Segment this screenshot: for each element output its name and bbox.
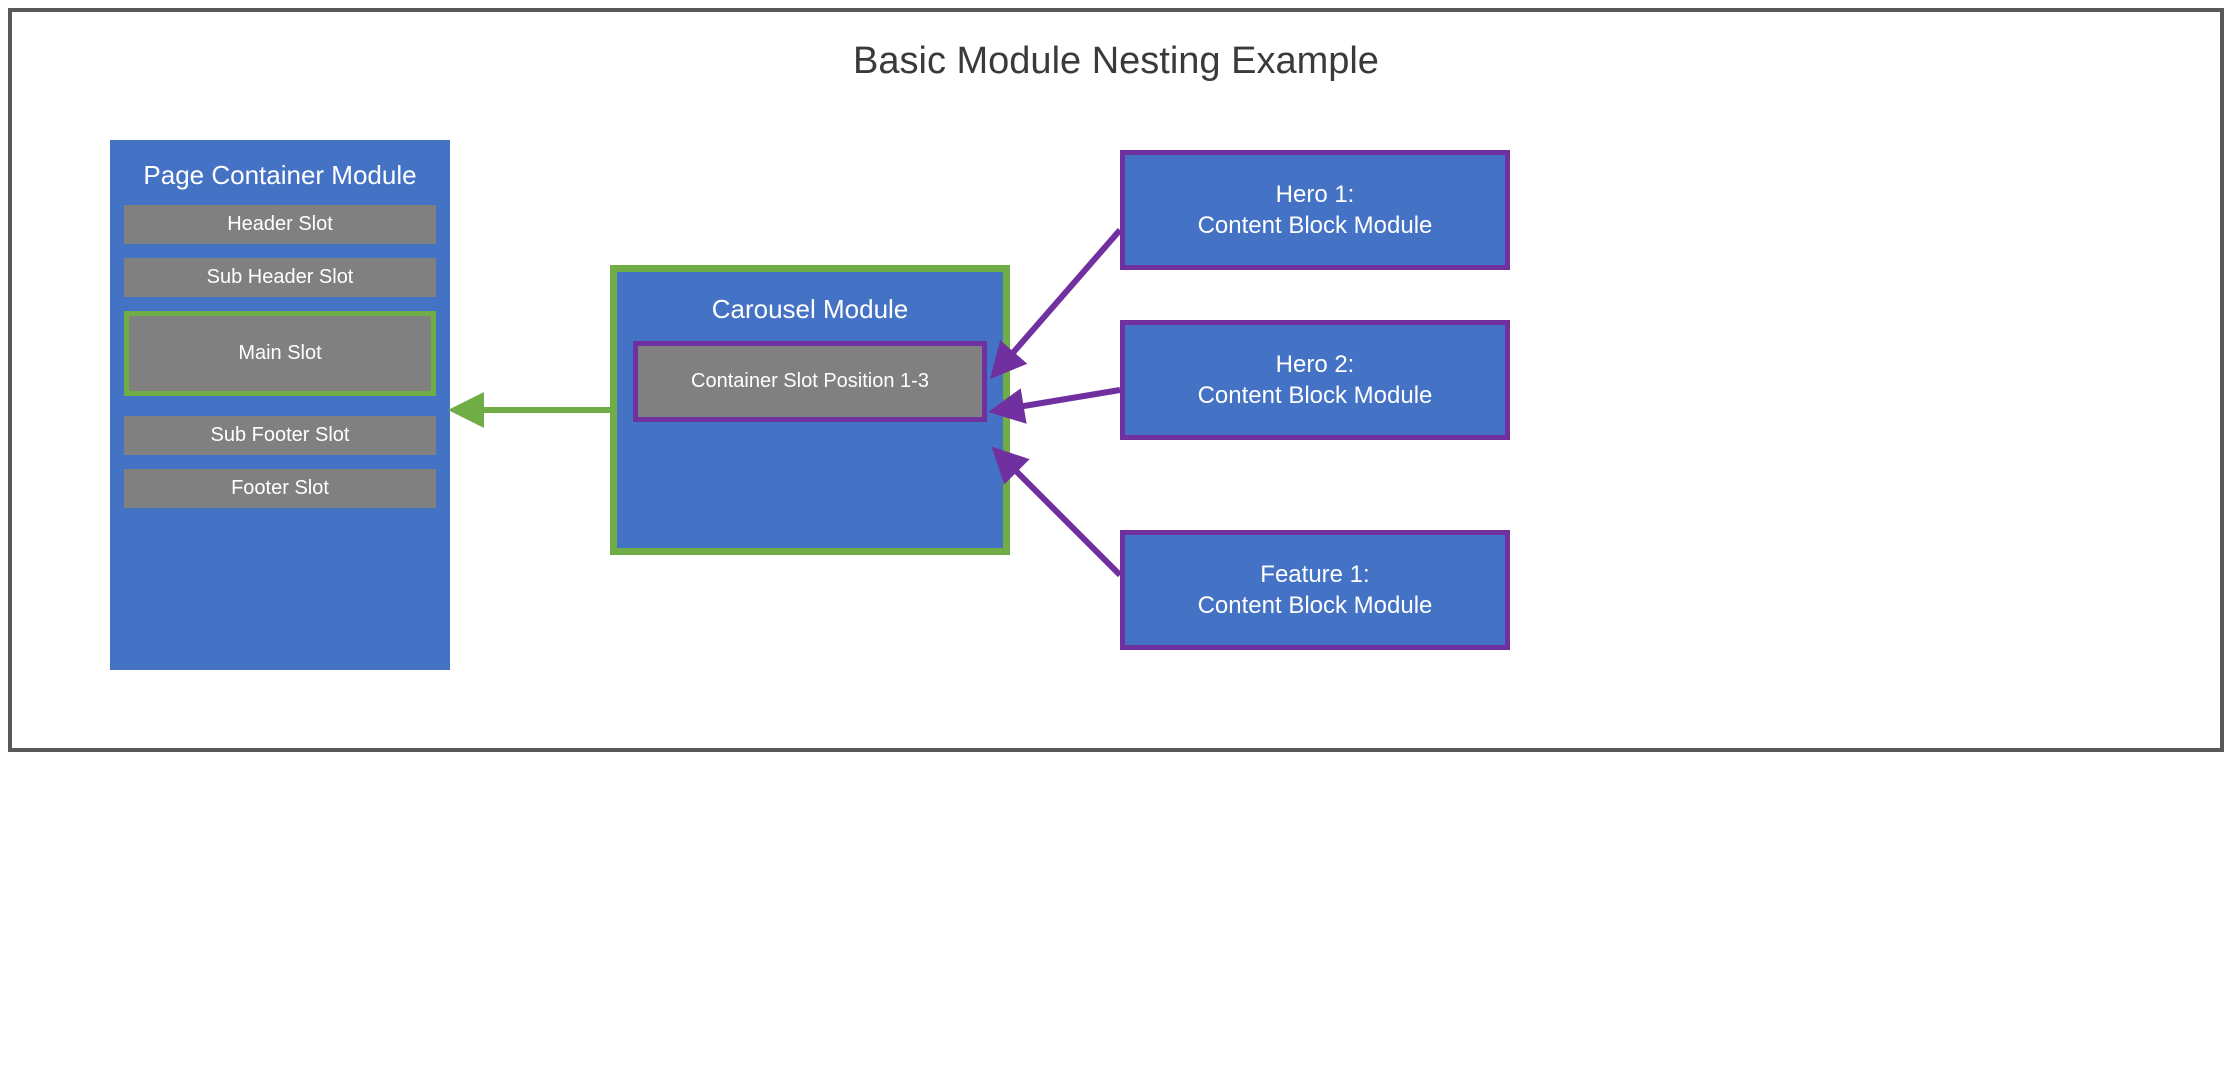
hero-1-block: Hero 1: Content Block Module: [1120, 150, 1510, 270]
arrow-feature1-to-slot: [1000, 455, 1120, 575]
hero-2-line1: Hero 2:: [1276, 349, 1355, 380]
hero-2-block: Hero 2: Content Block Module: [1120, 320, 1510, 440]
hero-1-line2: Content Block Module: [1198, 210, 1433, 241]
arrow-hero1-to-slot: [998, 230, 1120, 370]
diagram-title: Basic Module Nesting Example: [30, 40, 2202, 83]
diagram-canvas: Basic Module Nesting Example Page Contai…: [30, 30, 2202, 730]
sub-footer-slot: Sub Footer Slot: [124, 416, 436, 455]
page-container-module: Page Container Module Header Slot Sub He…: [110, 140, 450, 670]
header-slot: Header Slot: [124, 205, 436, 244]
diagram-frame: Basic Module Nesting Example Page Contai…: [8, 8, 2224, 752]
container-slot-position: Container Slot Position 1-3: [633, 341, 987, 422]
sub-header-slot: Sub Header Slot: [124, 258, 436, 297]
feature-1-line2: Content Block Module: [1198, 590, 1433, 621]
arrow-hero2-to-slot: [1000, 390, 1120, 410]
carousel-module-wrap: Carousel Module Container Slot Position …: [610, 265, 1010, 555]
carousel-title: Carousel Module: [633, 286, 987, 341]
footer-slot: Footer Slot: [124, 469, 436, 508]
feature-1-block: Feature 1: Content Block Module: [1120, 530, 1510, 650]
carousel-module: Carousel Module Container Slot Position …: [617, 272, 1003, 548]
hero-1-line1: Hero 1:: [1276, 179, 1355, 210]
main-slot: Main Slot: [124, 311, 436, 396]
page-container-title: Page Container Module: [124, 152, 436, 205]
feature-1-line1: Feature 1:: [1260, 559, 1369, 590]
hero-2-line2: Content Block Module: [1198, 380, 1433, 411]
